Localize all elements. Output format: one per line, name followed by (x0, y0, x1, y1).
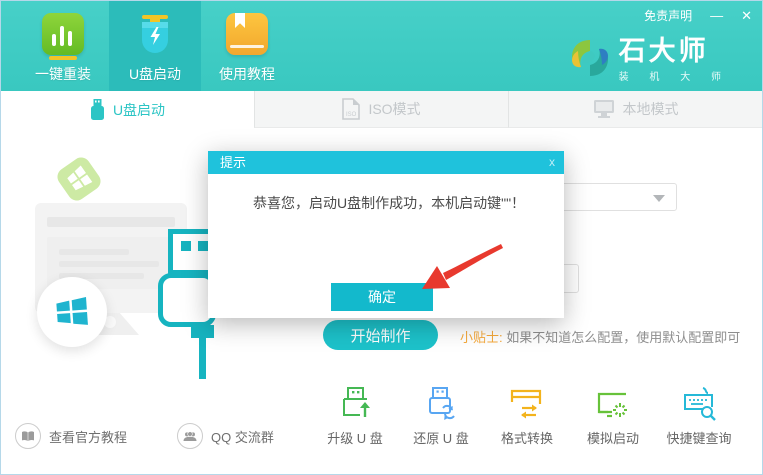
tool-simulate-boot[interactable]: 模拟启动 (571, 386, 655, 447)
windows-logo-icon (53, 293, 91, 331)
tab-local-mode[interactable]: 本地模式 (508, 91, 762, 128)
tool-label: 快捷键查询 (666, 428, 731, 447)
app-window: 一键重装 U盘启动 使 (0, 0, 763, 475)
hotkey-search-icon (681, 386, 717, 422)
tool-label: 还原 U 盘 (413, 428, 469, 447)
tab-label: ISO模式 (368, 99, 420, 119)
nav-item-usb-boot[interactable]: U盘启动 (109, 1, 201, 91)
tip-label: 小贴士: (460, 330, 503, 345)
disclaimer-link[interactable]: 免责声明 (644, 7, 692, 24)
tab-iso-mode[interactable]: ISO ISO模式 (254, 91, 508, 128)
tool-label: 格式转换 (501, 428, 553, 447)
usb-upgrade-icon (337, 386, 373, 422)
iso-file-icon: ISO (342, 98, 360, 120)
main-nav: 一键重装 U盘启动 使 (17, 1, 293, 91)
dialog-title: 提示 (220, 155, 246, 170)
brand-swirl-icon (569, 37, 611, 79)
brand-logo: 石大师 装 机 大 师 (569, 37, 730, 83)
svg-text:ISO: ISO (346, 112, 357, 118)
minimize-icon[interactable]: — (710, 8, 723, 24)
brand-subtitle: 装 机 大 师 (619, 68, 730, 83)
simulate-boot-icon (595, 386, 631, 422)
mode-tabbar: U盘启动 ISO ISO模式 本地模式 (1, 91, 762, 128)
dialog-message: 恭喜您，启动U盘制作成功，本机启动键""！ (253, 193, 525, 213)
tab-usb-boot[interactable]: U盘启动 (1, 91, 254, 128)
tool-upgrade-usb[interactable]: 升级 U 盘 (313, 386, 397, 447)
nav-label: 一键重装 (35, 64, 91, 84)
nav-label: U盘启动 (129, 64, 181, 84)
tool-hotkey-query[interactable]: 快捷键查询 (657, 386, 741, 447)
tool-restore-usb[interactable]: 还原 U 盘 (399, 386, 483, 447)
usb-drive-icon (90, 99, 105, 121)
confirm-button[interactable]: 确定 (331, 283, 433, 311)
usb-restore-icon (423, 386, 459, 422)
group-circle-icon (177, 423, 203, 449)
success-dialog: 提示 x 恭喜您，启动U盘制作成功，本机启动键""！ 确定 (208, 151, 564, 318)
tool-label: 升级 U 盘 (327, 428, 383, 447)
dialog-close-icon[interactable]: x (549, 151, 555, 174)
book-icon (226, 13, 268, 55)
nav-item-tutorial[interactable]: 使用教程 (201, 1, 293, 91)
footer-links: 查看官方教程 QQ 交流群 (15, 423, 274, 449)
tab-label: U盘启动 (113, 100, 165, 120)
bar-chart-icon (42, 13, 84, 55)
chevron-down-icon (653, 195, 665, 202)
dialog-titlebar: 提示 x (208, 151, 564, 174)
book-circle-icon (15, 423, 41, 449)
qq-group-link[interactable]: QQ 交流群 (177, 423, 274, 449)
link-label: 查看官方教程 (49, 427, 127, 446)
nav-label: 使用教程 (219, 64, 275, 84)
brand-name: 石大师 (619, 37, 730, 65)
monitor-icon (593, 99, 615, 119)
footer-tools: 升级 U 盘 还原 U 盘 (313, 386, 741, 447)
tab-label: 本地模式 (623, 99, 679, 119)
link-label: QQ 交流群 (211, 427, 274, 446)
usb-shield-icon (134, 13, 176, 55)
windows-tile-icon (54, 154, 104, 204)
official-tutorial-link[interactable]: 查看官方教程 (15, 423, 127, 449)
format-convert-icon (509, 386, 545, 422)
usb-illustration-nub (191, 325, 214, 338)
start-create-button[interactable]: 开始制作 (323, 320, 438, 350)
window-controls: 免责声明 — ✕ (644, 7, 752, 24)
tool-format-convert[interactable]: 格式转换 (485, 386, 569, 447)
tool-label: 模拟启动 (587, 428, 639, 447)
usb-illustration-cable (199, 338, 206, 379)
tip-text: 小贴士: 如果不知道怎么配置，使用默认配置即可 (460, 327, 740, 346)
windows-logo-badge (37, 277, 107, 347)
nav-item-reinstall[interactable]: 一键重装 (17, 1, 109, 91)
close-icon[interactable]: ✕ (741, 8, 752, 24)
header: 一键重装 U盘启动 使 (1, 1, 762, 91)
